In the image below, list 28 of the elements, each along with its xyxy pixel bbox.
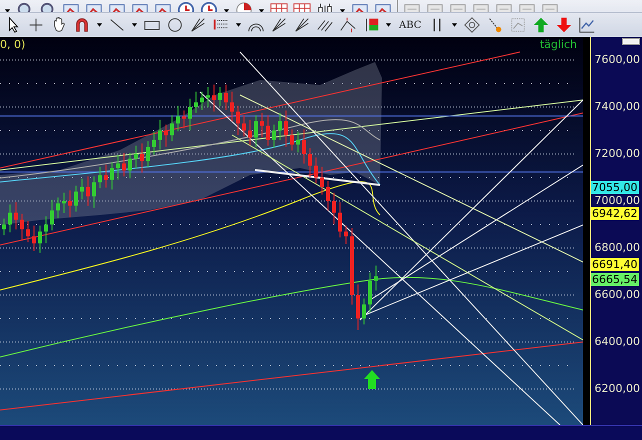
period-label: täglich bbox=[540, 38, 577, 51]
axis-label: 7400,00 bbox=[594, 100, 640, 113]
diamond-icon[interactable] bbox=[463, 16, 482, 34]
down-arrow-icon[interactable] bbox=[555, 16, 574, 34]
axis-label: 6800,00 bbox=[594, 241, 640, 254]
panel-button[interactable] bbox=[622, 38, 640, 45]
axis-label: 6400,00 bbox=[594, 335, 640, 348]
line-chart-icon[interactable] bbox=[578, 16, 596, 34]
fan-icon[interactable] bbox=[189, 16, 207, 34]
circle-icon[interactable] bbox=[166, 16, 184, 34]
axis-label: 7600,00 bbox=[594, 53, 640, 66]
axis-label: 7200,00 bbox=[594, 147, 640, 160]
price-tag: 6691,40 bbox=[591, 258, 638, 271]
axis-label: 7000,00 bbox=[594, 194, 640, 207]
crosshair-icon[interactable] bbox=[27, 16, 45, 34]
dotted-square-icon[interactable] bbox=[509, 16, 528, 34]
coordinates-label: 0, 0) bbox=[0, 38, 26, 51]
axis-label: 6200,00 bbox=[594, 382, 640, 395]
magnet-icon[interactable] bbox=[73, 16, 91, 34]
axis-label: 6600,00 bbox=[594, 288, 640, 301]
text-tool-button[interactable]: ABC bbox=[397, 20, 424, 30]
zigzag-icon[interactable] bbox=[339, 16, 357, 34]
price-tag: 6665,54 bbox=[591, 273, 638, 286]
price-tag: 6942,62 bbox=[591, 207, 638, 220]
up-arrow-icon bbox=[364, 370, 380, 389]
fan-icon[interactable] bbox=[293, 16, 311, 34]
fan-icon[interactable] bbox=[270, 16, 288, 34]
price-tag: 7055,00 bbox=[591, 181, 638, 194]
